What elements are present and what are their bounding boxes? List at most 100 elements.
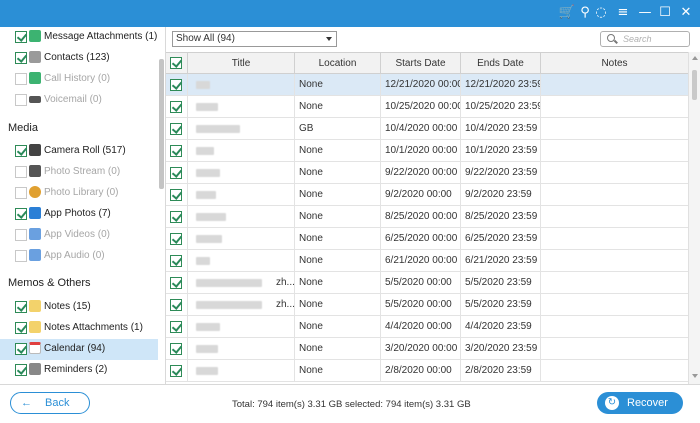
cell-starts-date: 12/21/2020 00:00 bbox=[381, 74, 461, 96]
sidebar-item-camera-roll[interactable]: Camera Roll (517) bbox=[0, 141, 158, 162]
checkbox[interactable] bbox=[15, 229, 27, 241]
row-select-cell bbox=[166, 228, 188, 250]
sidebar-item-app-photos[interactable]: App Photos (7) bbox=[0, 204, 158, 225]
checkbox[interactable] bbox=[15, 94, 27, 106]
table-row[interactable]: None 9/22/2020 00:00 9/22/2020 23:59 bbox=[166, 162, 688, 184]
row-checkbox[interactable] bbox=[170, 365, 182, 377]
menu-icon[interactable]: ≡ bbox=[614, 4, 632, 22]
table-row[interactable]: None 3/20/2020 00:00 3/20/2020 23:59 bbox=[166, 338, 688, 360]
search-input[interactable]: Search bbox=[600, 31, 690, 47]
reminders-icon bbox=[29, 363, 41, 375]
row-checkbox[interactable] bbox=[170, 211, 182, 223]
sidebar-item-call-history[interactable]: Call History (0) bbox=[0, 69, 158, 90]
cart-icon[interactable]: 🛒 bbox=[558, 4, 576, 22]
filter-dropdown[interactable]: Show All (94) bbox=[172, 31, 337, 47]
cell-title-text: zh... bbox=[276, 299, 295, 310]
column-header-location[interactable]: Location bbox=[295, 53, 381, 74]
checkbox[interactable] bbox=[15, 166, 27, 178]
cell-notes bbox=[541, 162, 688, 184]
checkbox[interactable] bbox=[15, 52, 27, 64]
sidebar-item-photo-library[interactable]: Photo Library (0) bbox=[0, 183, 158, 204]
sidebar-item-reminders[interactable]: Reminders (2) bbox=[0, 360, 158, 381]
table-row[interactable]: None 4/4/2020 00:00 4/4/2020 23:59 bbox=[166, 316, 688, 338]
checkbox[interactable] bbox=[15, 250, 27, 262]
row-checkbox[interactable] bbox=[170, 79, 182, 91]
table-row[interactable]: None 12/21/2020 00:00 12/21/2020 23:59 bbox=[166, 74, 688, 96]
row-checkbox[interactable] bbox=[170, 255, 182, 267]
checkbox[interactable] bbox=[15, 31, 27, 43]
cell-notes bbox=[541, 228, 688, 250]
row-checkbox[interactable] bbox=[170, 123, 182, 135]
column-header-notes[interactable]: Notes bbox=[541, 53, 688, 74]
row-checkbox[interactable] bbox=[170, 233, 182, 245]
row-checkbox[interactable] bbox=[170, 343, 182, 355]
table-row[interactable]: None 9/2/2020 00:00 9/2/2020 23:59 bbox=[166, 184, 688, 206]
minimize-icon[interactable]: — bbox=[636, 4, 654, 22]
chat-icon[interactable]: ◌ bbox=[592, 4, 610, 22]
row-checkbox[interactable] bbox=[170, 277, 182, 289]
cell-notes bbox=[541, 74, 688, 96]
select-all-checkbox[interactable] bbox=[170, 57, 182, 69]
cell-ends-date: 12/21/2020 23:59 bbox=[461, 74, 541, 96]
sidebar-item-notes-attachments[interactable]: Notes Attachments (1) bbox=[0, 318, 158, 339]
cell-title bbox=[188, 140, 295, 162]
table-row[interactable]: None 6/25/2020 00:00 6/25/2020 23:59 bbox=[166, 228, 688, 250]
cell-title bbox=[188, 118, 295, 140]
checkbox[interactable] bbox=[15, 208, 27, 220]
table-row[interactable]: None 10/1/2020 00:00 10/1/2020 23:59 bbox=[166, 140, 688, 162]
checkbox[interactable] bbox=[15, 145, 27, 157]
row-checkbox[interactable] bbox=[170, 167, 182, 179]
sidebar-item-app-videos[interactable]: App Videos (0) bbox=[0, 225, 158, 246]
sidebar-item-message-attachments[interactable]: Message Attachments (1) bbox=[0, 27, 158, 48]
checkbox[interactable] bbox=[15, 364, 27, 376]
scroll-thumb[interactable] bbox=[692, 70, 697, 100]
table-row[interactable]: None 6/21/2020 00:00 6/21/2020 23:59 bbox=[166, 250, 688, 272]
table-row[interactable]: zh... None 5/5/2020 00:00 5/5/2020 23:59 bbox=[166, 294, 688, 316]
sidebar-item-app-audio[interactable]: App Audio (0) bbox=[0, 246, 158, 267]
sidebar-item-photo-stream[interactable]: Photo Stream (0) bbox=[0, 162, 158, 183]
sidebar-item-calendar[interactable]: Calendar (94) bbox=[0, 339, 158, 360]
back-button[interactable]: ← Back bbox=[10, 392, 90, 414]
row-select-cell bbox=[166, 360, 188, 382]
cell-notes bbox=[541, 272, 688, 294]
sidebar-item-label: App Audio (0) bbox=[44, 250, 105, 261]
sidebar-scrollbar[interactable] bbox=[159, 59, 164, 189]
scroll-down-icon[interactable] bbox=[692, 374, 698, 378]
row-checkbox[interactable] bbox=[170, 145, 182, 157]
recover-button[interactable]: ↻ Recover bbox=[597, 392, 683, 414]
recover-button-label: Recover bbox=[627, 397, 668, 409]
row-checkbox[interactable] bbox=[170, 321, 182, 333]
sidebar-item-voicemail[interactable]: Voicemail (0) bbox=[0, 90, 158, 111]
checkbox[interactable] bbox=[15, 322, 27, 334]
column-header-ends-date[interactable]: Ends Date bbox=[461, 53, 541, 74]
redacted-title bbox=[196, 125, 240, 133]
table-row[interactable]: zh... None 5/5/2020 00:00 5/5/2020 23:59 bbox=[166, 272, 688, 294]
cell-title bbox=[188, 96, 295, 118]
row-checkbox[interactable] bbox=[170, 101, 182, 113]
column-header-starts-date[interactable]: Starts Date bbox=[381, 53, 461, 74]
checkbox[interactable] bbox=[15, 73, 27, 85]
row-checkbox[interactable] bbox=[170, 189, 182, 201]
row-checkbox[interactable] bbox=[170, 299, 182, 311]
column-header-title[interactable]: Title bbox=[188, 53, 295, 74]
maximize-icon[interactable]: ☐ bbox=[656, 4, 674, 22]
close-icon[interactable]: ✕ bbox=[677, 4, 695, 22]
checkbox[interactable] bbox=[15, 187, 27, 199]
cell-ends-date: 5/5/2020 23:59 bbox=[461, 294, 541, 316]
table-scrollbar[interactable] bbox=[688, 52, 700, 384]
sidebar-item-notes[interactable]: Notes (15) bbox=[0, 297, 158, 318]
cell-location: None bbox=[295, 74, 381, 96]
cell-title bbox=[188, 316, 295, 338]
checkbox[interactable] bbox=[15, 343, 27, 355]
table-row[interactable]: GB 10/4/2020 00:00 10/4/2020 23:59 bbox=[166, 118, 688, 140]
cell-starts-date: 5/5/2020 00:00 bbox=[381, 294, 461, 316]
table-row[interactable]: None 2/8/2020 00:00 2/8/2020 23:59 bbox=[166, 360, 688, 382]
cell-notes bbox=[541, 206, 688, 228]
row-select-cell bbox=[166, 316, 188, 338]
sidebar-item-label: Photo Stream (0) bbox=[44, 166, 121, 177]
scroll-up-icon[interactable] bbox=[692, 56, 698, 60]
table-row[interactable]: None 10/25/2020 00:00 10/25/2020 23:59 bbox=[166, 96, 688, 118]
sidebar-item-contacts[interactable]: Contacts (123) bbox=[0, 48, 158, 69]
table-row[interactable]: None 8/25/2020 00:00 8/25/2020 23:59 bbox=[166, 206, 688, 228]
checkbox[interactable] bbox=[15, 301, 27, 313]
